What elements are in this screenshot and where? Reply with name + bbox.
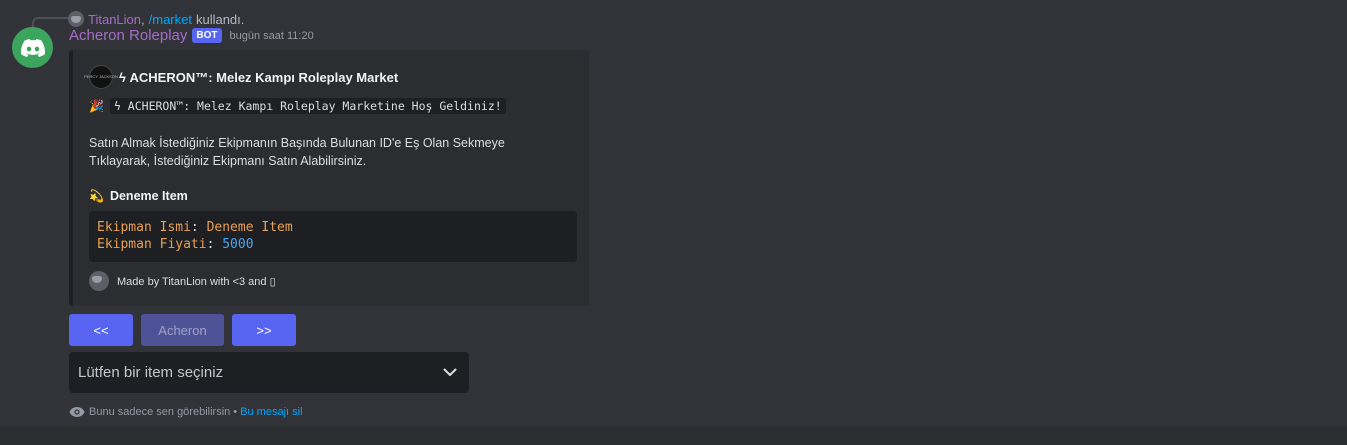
- bottom-strip: [0, 427, 1347, 445]
- select-placeholder: Lütfen bir item seçiniz: [78, 364, 224, 381]
- eye-icon: [69, 407, 85, 417]
- dizzy-star-icon: 💫: [89, 189, 104, 203]
- item-name-value: Deneme Item: [206, 220, 293, 235]
- item-select[interactable]: Lütfen bir item seçiniz: [69, 352, 469, 393]
- item-price-key: Ekipman Fiyati: [97, 237, 207, 252]
- bot-badge: BOT: [192, 28, 222, 43]
- item-name-sep: :: [190, 220, 207, 235]
- next-button[interactable]: >>: [232, 314, 296, 346]
- prev-button[interactable]: <<: [69, 314, 133, 346]
- bot-avatar[interactable]: [12, 27, 53, 68]
- message-timestamp[interactable]: bugün saat 11:20: [230, 30, 314, 42]
- footer-text: Made by TitanLion with <3 and ▯: [117, 275, 276, 288]
- footer-avatar: [89, 271, 109, 291]
- embed-description: Satın Almak İstediğiniz Ekipmanın Başınd…: [89, 136, 505, 168]
- field-name: Deneme Item: [109, 189, 188, 203]
- chevron-down-icon: [443, 368, 457, 376]
- reply-username[interactable]: TitanLion: [88, 12, 141, 27]
- reply-user-avatar[interactable]: [68, 11, 84, 27]
- reply-separator: ,: [141, 11, 145, 27]
- item-codeblock: Ekipman Ismi: Deneme Item Ekipman Fiyati…: [89, 211, 577, 262]
- dismiss-message-link[interactable]: Bu mesajı sil: [240, 406, 302, 418]
- item-name-key: Ekipman Ismi: [97, 220, 191, 235]
- author-icon: PERCY JACKSON: [84, 65, 118, 89]
- bot-username[interactable]: Acheron Roleplay: [69, 27, 187, 44]
- item-price-sep: :: [206, 237, 223, 252]
- message-header: Acheron Roleplay BOT bugün saat 11:20: [69, 27, 314, 44]
- item-price-value: 5000: [222, 237, 254, 252]
- reply-command[interactable]: /market: [149, 12, 192, 27]
- market-embed: PERCY JACKSON ϟ ACHERON™: Melez Kampı Ro…: [69, 50, 589, 306]
- ephemeral-notice: Bunu sadece sen görebilirsin • Bu mesajı…: [69, 406, 303, 418]
- reply-text: kullandı.: [195, 11, 245, 27]
- discord-logo-icon: [20, 38, 45, 57]
- welcome-line: 🎉 ϟ ACHERON™: Melez Kampı Roleplay Marke…: [89, 98, 506, 114]
- reply-content[interactable]: TitanLion , /market kullandı.: [68, 11, 244, 27]
- embed-footer: Made by TitanLion with <3 and ▯: [89, 271, 276, 291]
- embed-author: PERCY JACKSON ϟ ACHERON™: Melez Kampı Ro…: [84, 65, 399, 89]
- embed-title: ϟ ACHERON™: Melez Kampı Roleplay Market: [119, 69, 399, 85]
- party-popper-icon: 🎉: [89, 99, 104, 113]
- welcome-code: ϟ ACHERON™: Melez Kampı Roleplay Marketi…: [109, 98, 506, 114]
- field-title: 💫 Deneme Item: [89, 189, 188, 203]
- ephemeral-text: Bunu sadece sen görebilirsin •: [89, 406, 238, 418]
- acheron-button[interactable]: Acheron: [141, 314, 224, 346]
